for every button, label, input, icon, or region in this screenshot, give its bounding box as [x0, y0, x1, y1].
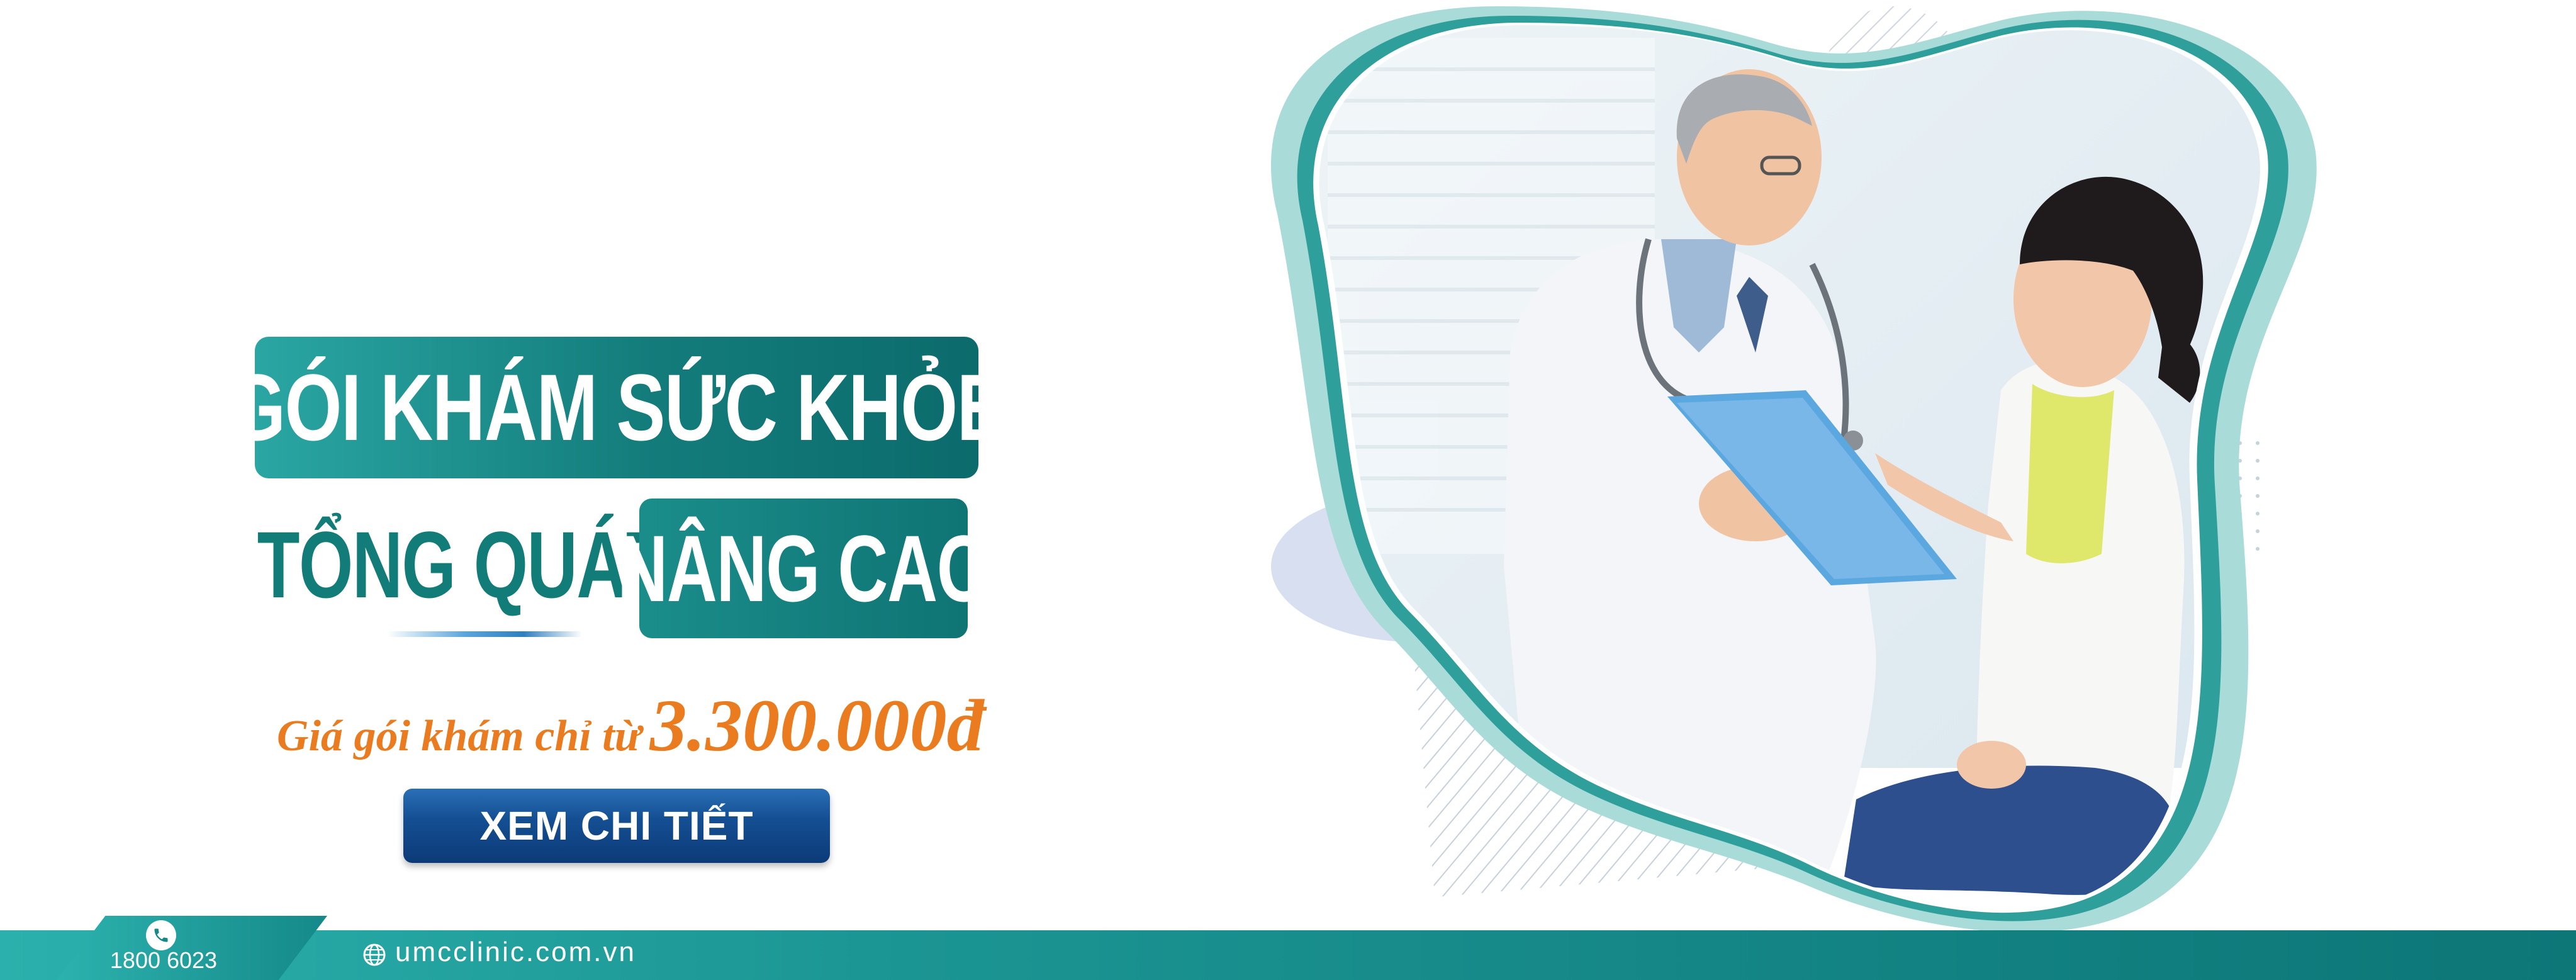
headline-highlight-box: NÂNG CAO — [617, 498, 991, 638]
headline-highlight: NÂNG CAO — [617, 515, 991, 621]
price-label: Giá gói khám chỉ từ — [277, 712, 641, 760]
price-value: 3.300.000đ — [649, 684, 984, 767]
doctor-patient-photo — [1271, 6, 2317, 930]
headline-line1-box: GÓI KHÁM SỨC KHỎE — [228, 337, 1006, 478]
price-line: Giá gói khám chỉ từ 3.300.000đ — [277, 683, 1095, 771]
promo-banner: GÓI KHÁM SỨC KHỎE TỔNG QUÁT NÂNG CAO Giá… — [0, 0, 2576, 980]
view-details-button[interactable]: XEM CHI TIẾT — [403, 789, 830, 863]
headline-underline — [387, 631, 582, 637]
phone-icon — [146, 920, 176, 950]
headline-line2-left: TỔNG QUÁT — [257, 512, 669, 617]
headline-line1: GÓI KHÁM SỨC KHỎE — [228, 354, 1006, 460]
website-link[interactable]: umcclinic.com.vn — [395, 937, 636, 968]
headline-line2-left-box: TỔNG QUÁT — [257, 497, 669, 633]
globe-icon — [363, 943, 386, 966]
view-details-label: XEM CHI TIẾT — [479, 803, 754, 848]
phone-number[interactable]: 1800 6023 — [101, 947, 227, 974]
